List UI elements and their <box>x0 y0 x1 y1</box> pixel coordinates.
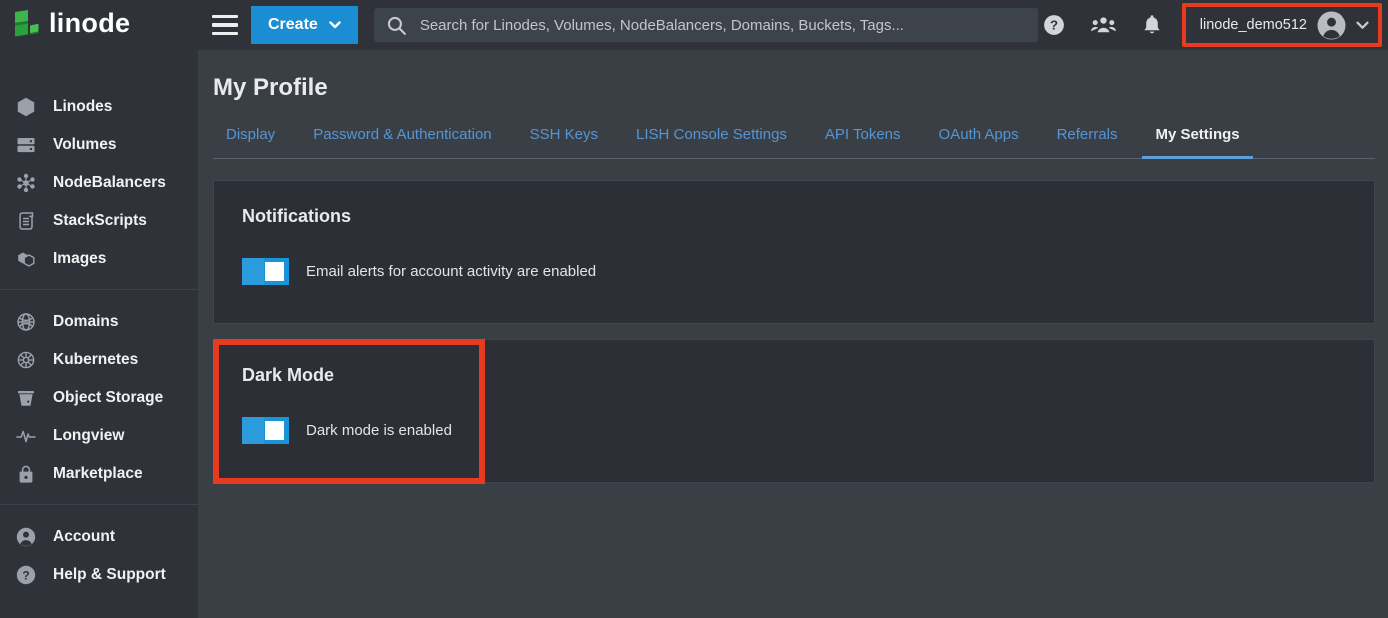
sidebar-item-label: StackScripts <box>53 212 147 230</box>
sidebar-item-linodes[interactable]: Linodes <box>0 88 198 126</box>
sidebar-item-label: Linodes <box>53 98 112 116</box>
profile-tab-bar: Display Password & Authentication SSH Ke… <box>213 126 1375 159</box>
linodes-hexagon-icon <box>16 97 36 117</box>
notifications-panel: Notifications Email alerts for account a… <box>213 180 1375 324</box>
search-input[interactable] <box>418 16 1026 35</box>
email-alerts-toggle-row: Email alerts for account activity are en… <box>242 258 1346 285</box>
help-icon[interactable]: ? <box>1043 14 1065 36</box>
sidebar-item-label: Kubernetes <box>53 351 138 369</box>
chevron-down-icon <box>1356 21 1369 30</box>
svg-text:?: ? <box>22 568 29 582</box>
sidebar-divider <box>0 504 198 505</box>
dark-mode-panel: Dark Mode Dark mode is enabled <box>213 339 1375 483</box>
domains-globe-icon <box>16 312 36 332</box>
notifications-panel-title: Notifications <box>242 206 1346 227</box>
linode-logo-icon <box>13 10 40 41</box>
svg-text:?: ? <box>1050 18 1058 33</box>
top-navigation-bar: linode Create ? <box>0 0 1388 50</box>
linode-cloud-manager: linode Create ? <box>0 0 1388 618</box>
tab-referrals[interactable]: Referrals <box>1044 126 1131 158</box>
sidebar-item-label: Longview <box>53 427 124 445</box>
nodebalancers-network-icon <box>16 173 36 193</box>
main-content: My Profile Display Password & Authentica… <box>198 50 1388 618</box>
sidebar-item-marketplace[interactable]: Marketplace <box>0 455 198 493</box>
dark-mode-panel-title: Dark Mode <box>242 365 1346 386</box>
dark-mode-toggle[interactable] <box>242 417 289 444</box>
search-icon <box>386 15 407 36</box>
linode-logo[interactable]: linode <box>0 10 198 41</box>
red-annotation-box-dark-mode <box>213 339 485 484</box>
create-button[interactable]: Create <box>251 6 358 44</box>
sidebar-item-label: Object Storage <box>53 389 163 407</box>
create-button-label: Create <box>268 16 318 34</box>
email-alerts-toggle[interactable] <box>242 258 289 285</box>
object-storage-bucket-icon <box>16 388 36 408</box>
tab-password-authentication[interactable]: Password & Authentication <box>300 126 504 158</box>
tab-oauth-apps[interactable]: OAuth Apps <box>926 126 1032 158</box>
sidebar-item-label: Volumes <box>53 136 116 154</box>
sidebar-item-account[interactable]: Account <box>0 518 198 556</box>
sidebar-navigation: Linodes Volumes NodeBalancers <box>0 50 198 618</box>
toggle-thumb <box>265 421 284 440</box>
sidebar-item-nodebalancers[interactable]: NodeBalancers <box>0 164 198 202</box>
sidebar-item-images[interactable]: Images <box>0 240 198 278</box>
images-hexagons-icon <box>16 249 36 269</box>
chevron-down-icon <box>329 21 341 29</box>
longview-pulse-icon <box>16 426 36 446</box>
sidebar-item-label: Help & Support <box>53 566 166 584</box>
marketplace-bag-icon <box>16 464 36 484</box>
tab-lish-console-settings[interactable]: LISH Console Settings <box>623 126 800 158</box>
sidebar-item-volumes[interactable]: Volumes <box>0 126 198 164</box>
stackscripts-scroll-icon <box>16 211 36 231</box>
volumes-disks-icon <box>16 135 36 155</box>
sidebar-item-domains[interactable]: Domains <box>0 303 198 341</box>
sidebar-item-label: Images <box>53 250 106 268</box>
user-account-menu[interactable]: linode_demo512 <box>1182 3 1382 47</box>
notification-bell-icon[interactable] <box>1142 14 1162 36</box>
sidebar-item-label: NodeBalancers <box>53 174 166 192</box>
dark-mode-toggle-label: Dark mode is enabled <box>306 422 452 439</box>
sidebar-item-stackscripts[interactable]: StackScripts <box>0 202 198 240</box>
tab-my-settings[interactable]: My Settings <box>1142 126 1252 158</box>
sidebar-item-label: Domains <box>53 313 118 331</box>
tab-ssh-keys[interactable]: SSH Keys <box>517 126 611 158</box>
tab-api-tokens[interactable]: API Tokens <box>812 126 914 158</box>
sidebar-item-kubernetes[interactable]: Kubernetes <box>0 341 198 379</box>
email-alerts-toggle-label: Email alerts for account activity are en… <box>306 263 596 280</box>
page-title: My Profile <box>213 74 1375 102</box>
logo-wordmark: linode <box>49 10 130 41</box>
community-icon[interactable] <box>1090 15 1117 35</box>
header-icon-group: ? <box>1043 14 1162 36</box>
sidebar-item-label: Account <box>53 528 115 546</box>
dark-mode-toggle-row: Dark mode is enabled <box>242 417 1346 444</box>
toggle-thumb <box>265 262 284 281</box>
username-label: linode_demo512 <box>1200 17 1307 33</box>
sidebar-item-label: Marketplace <box>53 465 143 483</box>
tab-display[interactable]: Display <box>213 126 288 158</box>
kubernetes-wheel-icon <box>16 350 36 370</box>
sidebar-item-help-support[interactable]: ? Help & Support <box>0 556 198 594</box>
avatar-icon <box>1317 11 1346 40</box>
sidebar-item-longview[interactable]: Longview <box>0 417 198 455</box>
global-search-bar[interactable] <box>374 8 1038 42</box>
help-question-icon: ? <box>16 565 36 585</box>
sidebar-divider <box>0 289 198 290</box>
sidebar-item-object-storage[interactable]: Object Storage <box>0 379 198 417</box>
hamburger-menu-icon[interactable] <box>212 15 238 35</box>
account-person-icon <box>16 527 36 547</box>
